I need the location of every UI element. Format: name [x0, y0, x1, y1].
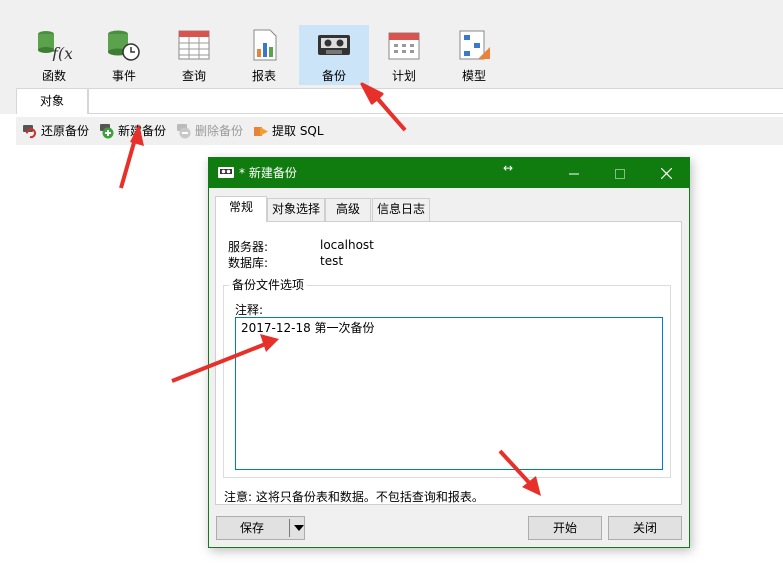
toolbar-label: 备份 [321, 69, 346, 83]
tab-objects[interactable]: 对象 [16, 88, 88, 114]
database-value: test [320, 254, 344, 268]
minimize-button[interactable] [551, 158, 597, 188]
split-divider [289, 519, 290, 537]
toolbar-model-button[interactable]: 模型 [439, 25, 509, 85]
restore-backup-label: 还原备份 [41, 124, 90, 138]
tab-strip [88, 88, 783, 114]
model-icon [459, 30, 490, 60]
toolbar-function-button[interactable]: f(x) 函数 [19, 25, 89, 85]
toolbar-schedule-button[interactable]: 计划 [369, 25, 439, 85]
add-backup-icon [100, 124, 114, 139]
start-button[interactable]: 开始 [528, 516, 602, 540]
extract-sql-label: 提取 SQL [272, 124, 324, 138]
new-backup-dialog: * 新建备份 ↔ 常规 对象选择 高级 信息日志 服务器: localhost … [208, 157, 690, 548]
toolbar-label: 查询 [181, 69, 206, 83]
backup-note: 注意: 这将只备份表和数据。不包括查询和报表。 [224, 490, 484, 504]
dialog-title: * 新建备份 [239, 166, 297, 180]
backup-icon [218, 167, 234, 178]
tab-general[interactable]: 常规 [215, 196, 267, 222]
close-icon [660, 167, 672, 180]
save-button[interactable]: 保存 [216, 516, 305, 540]
group-title: 备份文件选项 [229, 276, 308, 293]
tab-object-selection[interactable]: 对象选择 [267, 198, 325, 221]
svg-text:f(x): f(x) [51, 44, 72, 61]
delete-backup-icon [177, 124, 191, 139]
comment-label: 注释: [235, 303, 264, 317]
tab-info-log[interactable]: 信息日志 [372, 198, 430, 221]
event-icon [108, 30, 140, 61]
extract-sql-icon [254, 127, 268, 136]
toolbar-backup-button[interactable]: 备份 [299, 25, 369, 85]
chevron-down-icon[interactable] [294, 525, 304, 531]
server-label: 服务器: [228, 240, 269, 254]
report-icon [253, 29, 277, 61]
new-backup-label: 新建备份 [118, 124, 167, 138]
backup-icon [318, 35, 350, 55]
object-tab-row: 对象 [0, 88, 783, 114]
comment-textarea[interactable]: 2017-12-18 第一次备份 [235, 317, 663, 470]
minimize-icon [569, 173, 579, 174]
save-button-label: 保存 [239, 521, 264, 535]
database-label: 数据库: [228, 256, 269, 270]
dialog-titlebar[interactable]: * 新建备份 ↔ [209, 158, 689, 188]
toolbar-event-button[interactable]: 事件 [89, 25, 159, 85]
delete-backup-label: 删除备份 [195, 124, 244, 138]
maximize-icon [615, 168, 625, 179]
toolbar-label: 事件 [111, 69, 136, 83]
close-window-button[interactable] [643, 158, 689, 188]
toolbar-label: 函数 [41, 69, 66, 83]
close-button[interactable]: 关闭 [608, 516, 682, 540]
toolbar-report-button[interactable]: 报表 [229, 25, 299, 85]
schedule-icon [388, 32, 420, 60]
maximize-button[interactable] [597, 158, 643, 188]
query-icon [178, 30, 210, 60]
resize-icon: ↔ [503, 161, 514, 175]
toolbar-label: 计划 [391, 69, 416, 83]
object-action-bar: 还原备份 新建备份 删除备份 提取 SQL [16, 117, 783, 145]
toolbar-label: 报表 [251, 69, 276, 83]
server-value: localhost [320, 238, 374, 252]
toolbar-query-button[interactable]: 查询 [159, 25, 229, 85]
tab-advanced[interactable]: 高级 [325, 198, 371, 221]
restore-icon [23, 125, 36, 139]
toolbar-label: 模型 [461, 69, 486, 83]
main-toolbar: f(x) 函数 事件 查询 报表 [0, 0, 783, 88]
function-icon: f(x) [38, 31, 72, 61]
